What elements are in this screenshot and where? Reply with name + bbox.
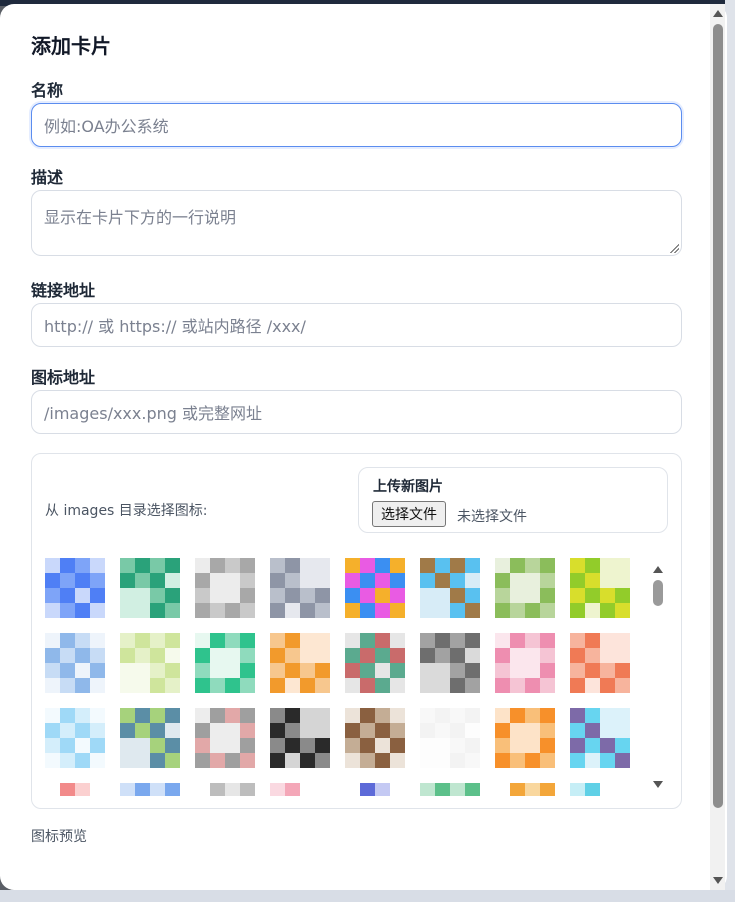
icon-partial-pink[interactable] [270,783,330,796]
icon-lime-yellow[interactable] [570,558,630,618]
icon-slate-blocks[interactable] [270,558,330,618]
resize-handle-icon[interactable] [669,243,679,253]
icon-coral[interactable] [570,633,630,693]
description-placeholder: 显示在卡片下方的一行说明 [44,208,237,227]
icon-partial-blue[interactable] [120,783,180,796]
icon-grey-rose[interactable] [195,708,255,768]
dialog-title: 添加卡片 [31,34,111,58]
icon-grid-scrollbar[interactable] [650,558,666,794]
icon-dark-grey[interactable] [420,633,480,693]
scroll-up-icon[interactable] [653,566,663,573]
upload-box: 上传新图片 选择文件 未选择文件 [358,467,668,533]
name-input[interactable]: 例如:OA办公系统 [31,103,682,147]
icon-light-blue[interactable] [45,633,105,693]
icon-url-label: 图标地址 [31,368,96,387]
icon-grid [45,558,635,796]
page-scroll-up-icon[interactable] [713,10,723,17]
description-label: 描述 [31,168,64,187]
icon-preview-label: 图标预览 [31,829,87,845]
icon-sky-brown[interactable] [420,558,480,618]
icon-olive-green[interactable] [495,558,555,618]
icon-partial-indigo[interactable] [345,783,405,796]
icon-white-blank[interactable] [420,708,480,768]
icon-url-input[interactable]: /images/xxx.png 或完整网址 [31,390,682,434]
name-input-placeholder: 例如:OA办公系统 [44,117,169,136]
icon-grid-scroll-thumb[interactable] [653,580,663,606]
page-scrollbar[interactable] [710,4,725,890]
icon-partial-red[interactable] [45,783,105,796]
description-textarea[interactable]: 显示在卡片下方的一行说明 [31,190,682,256]
icon-mixed-muted[interactable] [345,633,405,693]
icon-url-placeholder: /images/xxx.png 或完整网址 [44,404,262,423]
link-label: 链接地址 [31,281,96,300]
page-scroll-thumb[interactable] [713,24,723,808]
icon-ice-blue[interactable] [45,708,105,768]
page-scroll-down-icon[interactable] [713,877,723,884]
upload-title: 上传新图片 [373,479,443,495]
name-label: 名称 [31,81,64,100]
icon-blue-tiles[interactable] [45,558,105,618]
icon-pale-lime[interactable] [120,633,180,693]
icon-green-grid[interactable] [120,558,180,618]
icon-picker-hint: 从 images 目录选择图标: [45,503,208,519]
icon-partial-aqua[interactable] [570,783,630,796]
icon-pink-blocks[interactable] [495,633,555,693]
icon-orange-cross[interactable] [495,708,555,768]
scroll-down-icon[interactable] [653,781,663,788]
icon-black-grey[interactable] [270,708,330,768]
icon-rainbow[interactable] [345,558,405,618]
file-status: 未选择文件 [457,509,527,525]
page-backdrop-bottom [0,890,735,902]
icon-orange-peach[interactable] [270,633,330,693]
icon-partial-grey[interactable] [195,783,255,796]
choose-file-button[interactable]: 选择文件 [372,501,446,527]
link-input[interactable]: http:// 或 https:// 或站内路径 /xxx/ [31,303,682,347]
link-input-placeholder: http:// 或 https:// 或站内路径 /xxx/ [44,317,306,336]
icon-teal-mix[interactable] [120,708,180,768]
icon-brown[interactable] [345,708,405,768]
icon-picker-panel: 从 images 目录选择图标: 上传新图片 选择文件 未选择文件 [31,453,682,809]
icon-partial-amber[interactable] [495,783,555,796]
icon-cyan-purple[interactable] [570,708,630,768]
add-card-dialog: 添加卡片 名称 例如:OA办公系统 描述 显示在卡片下方的一行说明 链接地址 h… [0,4,727,890]
icon-grey-blocks[interactable] [195,558,255,618]
icon-partial-green[interactable] [420,783,480,796]
icon-green-frame[interactable] [195,633,255,693]
